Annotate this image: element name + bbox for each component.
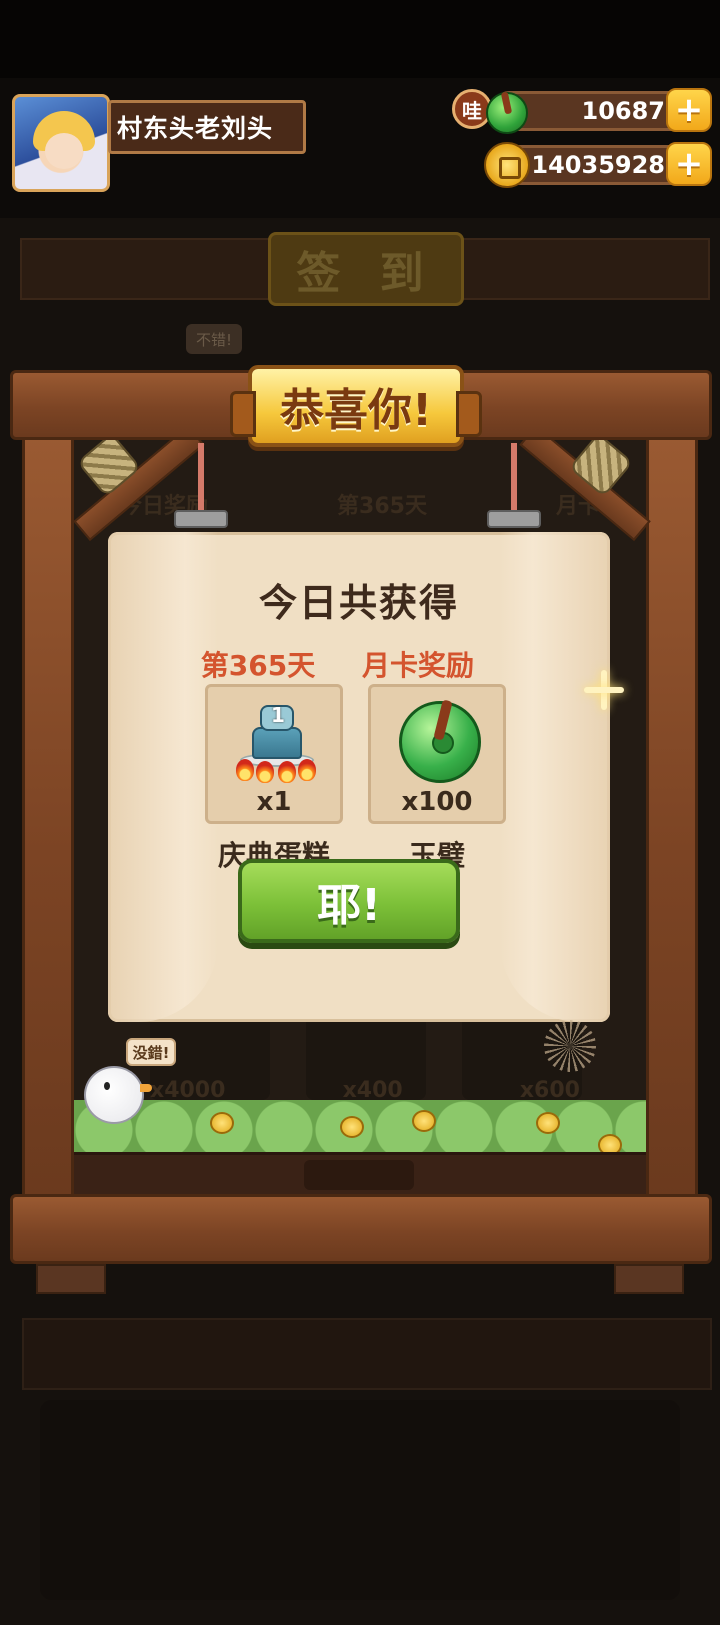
frame-foot-right	[614, 1264, 684, 1294]
avatar-face	[45, 133, 83, 169]
reward-card-cake[interactable]: 1 x1	[205, 684, 343, 824]
clip-left	[174, 510, 228, 528]
bg-tag: 不错!	[186, 324, 242, 354]
status-strip	[0, 0, 720, 78]
copper-coin-icon	[484, 142, 530, 188]
clip-right	[487, 510, 541, 528]
mascot-speech-bubble: 没錯!	[126, 1038, 176, 1066]
flame-icon	[298, 759, 316, 781]
bg-lower-panel	[40, 1400, 680, 1600]
player-name: 村东头老刘头	[108, 100, 306, 154]
flame-icon	[278, 761, 296, 783]
frame-foot-left	[36, 1264, 106, 1294]
sparkle-icon	[584, 670, 624, 710]
reward-popup: 今日共获得 第365天 月卡奖励 1 x1 x100 庆典蛋糕 玉璧 耶!	[108, 532, 610, 1022]
gold-nugget	[536, 1112, 560, 1134]
jade-disc-icon	[399, 701, 481, 783]
hanging-string-left	[198, 443, 204, 513]
cake-number: 1	[271, 703, 285, 727]
reward-card-jade[interactable]: x100	[368, 684, 506, 824]
congrats-banner: 恭喜你!	[230, 365, 482, 447]
confirm-button[interactable]: 耶!	[238, 859, 460, 943]
bg-signin-title: 签 到	[268, 232, 464, 306]
monthly-card-header: 月卡奖励	[361, 649, 474, 682]
add-jade-button[interactable]: +	[666, 88, 712, 132]
add-coin-button[interactable]: +	[666, 142, 712, 186]
gold-nugget	[340, 1116, 364, 1138]
firework-burst-icon	[544, 1020, 596, 1072]
celebration-cake-icon: 1	[234, 701, 320, 787]
chick-beak	[140, 1084, 152, 1092]
flame-icon	[236, 759, 254, 781]
cake-quantity: x1	[256, 787, 292, 817]
chick-mascot	[84, 1066, 144, 1124]
player-avatar[interactable]	[12, 94, 110, 192]
jade-disc-icon	[486, 92, 528, 134]
shelf-ornament	[304, 1160, 414, 1190]
frame-right-post	[646, 430, 698, 1200]
gold-nugget	[210, 1112, 234, 1134]
gold-nugget	[412, 1110, 436, 1132]
chick-eye	[104, 1082, 110, 1090]
bg-bottom-shelf	[22, 1318, 712, 1390]
frame-left-post	[22, 430, 74, 1200]
jade-amount: 10687	[581, 97, 666, 125]
cake-body	[252, 727, 302, 759]
day-reward-header: 第365天	[200, 649, 316, 682]
flame-icon	[256, 761, 274, 783]
coin-amount: 14035928	[531, 151, 665, 179]
jade-quantity: x100	[401, 787, 473, 817]
frame-bottom-beam	[10, 1194, 712, 1264]
bg-label-day: 第365天	[337, 494, 427, 519]
popup-title: 今日共获得	[258, 581, 459, 625]
hanging-string-right	[511, 443, 517, 513]
